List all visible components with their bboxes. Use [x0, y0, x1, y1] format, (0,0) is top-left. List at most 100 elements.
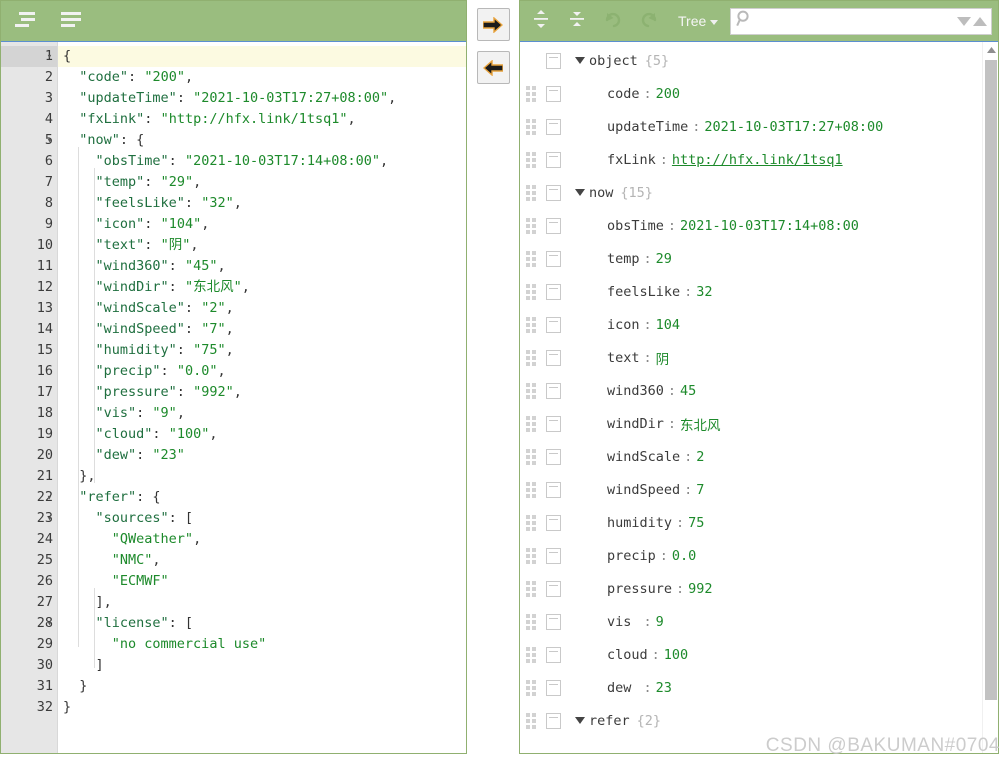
code-line[interactable]: }, — [58, 466, 466, 487]
fold-toggle-icon[interactable]: ▾ — [44, 46, 55, 67]
search-box[interactable] — [730, 7, 992, 35]
tree-key[interactable]: refer — [589, 713, 630, 729]
tree-row[interactable]: fxLink: http://hfx.link/1tsq1 — [520, 143, 982, 176]
compact-json-button[interactable] — [55, 7, 87, 35]
tree-key[interactable]: windScale — [607, 449, 680, 465]
drag-handle-icon[interactable] — [526, 646, 540, 663]
tree-key[interactable]: feelsLike — [607, 284, 680, 300]
drag-handle-icon[interactable] — [526, 481, 540, 498]
fold-toggle-icon[interactable]: ▾ — [44, 613, 55, 634]
code-line[interactable]: "windDir": "东北风", — [58, 277, 466, 298]
code-line[interactable]: "updateTime": "2021-10-03T17:27+08:00", — [58, 88, 466, 109]
tree-value-link[interactable]: http://hfx.link/1tsq1 — [672, 152, 843, 168]
context-menu-icon[interactable] — [546, 316, 561, 333]
drag-handle-icon[interactable] — [526, 679, 540, 696]
code-line[interactable]: "icon": "104", — [58, 214, 466, 235]
code-line[interactable]: "license": [ — [58, 613, 466, 634]
code-line[interactable]: "code": "200", — [58, 67, 466, 88]
code-line[interactable]: } — [58, 697, 466, 718]
tree-key[interactable]: humidity — [607, 515, 672, 531]
tree-value[interactable]: 2021-10-03T17:27+08:00 — [704, 119, 883, 135]
expand-toggle-icon[interactable] — [571, 53, 589, 69]
drag-handle-icon[interactable] — [526, 316, 540, 333]
tree-value[interactable]: 23 — [656, 680, 672, 696]
drag-handle-icon[interactable] — [526, 547, 540, 564]
tree-value[interactable]: 东北风 — [680, 414, 721, 434]
tree-key[interactable]: fxLink — [607, 152, 656, 168]
context-menu-icon[interactable] — [546, 448, 561, 465]
tree-value[interactable]: 992 — [688, 581, 712, 597]
code-line[interactable]: "precip": "0.0", — [58, 361, 466, 382]
drag-handle-icon[interactable] — [526, 151, 540, 168]
drag-handle-icon[interactable] — [526, 184, 540, 201]
tree-row[interactable]: humidity:75 — [520, 506, 982, 539]
format-json-button[interactable] — [11, 7, 43, 35]
context-menu-icon[interactable] — [546, 415, 561, 432]
code-line[interactable]: "no commercial use" — [58, 634, 466, 655]
context-menu-icon[interactable] — [546, 151, 561, 168]
tree-value[interactable]: 2021-10-03T17:14+08:00 — [680, 218, 859, 234]
tree-row[interactable]: now {15} — [520, 176, 982, 209]
code-editor-area[interactable]: 1 ▾ 2 3 4 5 ▾ 6 7 8 9 10 11 12 13 14 15 16 17 18 19 20 21 22 ▾ 23… — [1, 42, 466, 753]
tree-key[interactable]: vis — [607, 614, 640, 630]
tree-key[interactable]: wind360 — [607, 383, 664, 399]
expand-all-button[interactable] — [528, 8, 554, 34]
context-menu-icon[interactable] — [546, 85, 561, 102]
search-prev-icon[interactable] — [973, 16, 987, 26]
scrollbar-thumb[interactable] — [985, 60, 997, 700]
context-menu-icon[interactable] — [546, 52, 561, 69]
code-line[interactable]: "QWeather", — [58, 529, 466, 550]
code-line[interactable]: "NMC", — [58, 550, 466, 571]
tree-row[interactable]: wind360:45 — [520, 374, 982, 407]
tree-value[interactable]: 200 — [656, 86, 680, 102]
drag-handle-icon[interactable] — [526, 448, 540, 465]
code-line[interactable]: "vis": "9", — [58, 403, 466, 424]
code-line[interactable]: "humidity": "75", — [58, 340, 466, 361]
tree-rows-container[interactable]: object {5} code:200 updateTime:2021-10-03T1… — [520, 42, 982, 753]
tree-value[interactable]: 2 — [696, 449, 704, 465]
tree-value[interactable]: 104 — [656, 317, 680, 333]
code-line[interactable]: "obsTime": "2021-10-03T17:14+08:00", — [58, 151, 466, 172]
copy-to-tree-button[interactable] — [476, 8, 510, 41]
tree-key[interactable]: text — [607, 350, 640, 366]
collapse-all-button[interactable] — [564, 8, 590, 34]
tree-row[interactable]: text: 阴 — [520, 341, 982, 374]
tree-key[interactable]: windDir — [607, 416, 664, 432]
redo-button[interactable] — [636, 8, 662, 34]
code-line[interactable]: "fxLink": "http://hfx.link/1tsq1", — [58, 109, 466, 130]
expand-toggle-icon[interactable] — [571, 185, 589, 201]
code-content[interactable]: { "code": "200", "updateTime": "2021-10-… — [57, 42, 466, 753]
tree-row[interactable]: cloud:100 — [520, 638, 982, 671]
drag-handle-icon[interactable] — [526, 514, 540, 531]
tree-row[interactable]: icon:104 — [520, 308, 982, 341]
tree-key[interactable]: windSpeed — [607, 482, 680, 498]
context-menu-icon[interactable] — [546, 118, 561, 135]
code-line[interactable]: ] — [58, 655, 466, 676]
tree-key[interactable]: code — [607, 86, 640, 102]
code-line[interactable]: "cloud": "100", — [58, 424, 466, 445]
tree-row[interactable]: windSpeed:7 — [520, 473, 982, 506]
fold-toggle-icon[interactable]: ▾ — [44, 487, 55, 508]
context-menu-icon[interactable] — [546, 184, 561, 201]
tree-key[interactable]: temp — [607, 251, 640, 267]
context-menu-icon[interactable] — [546, 646, 561, 663]
tree-key[interactable]: icon — [607, 317, 640, 333]
fold-toggle-icon[interactable]: ▾ — [44, 130, 55, 151]
tree-value[interactable]: 29 — [656, 251, 672, 267]
fold-toggle-icon[interactable]: ▾ — [44, 508, 55, 529]
search-input[interactable] — [757, 12, 953, 30]
tree-key[interactable]: object — [589, 53, 638, 69]
code-line[interactable]: "feelsLike": "32", — [58, 193, 466, 214]
tree-key[interactable]: pressure — [607, 581, 672, 597]
drag-handle-icon[interactable] — [526, 217, 540, 234]
code-line[interactable]: "dew": "23" — [58, 445, 466, 466]
code-line[interactable]: "now": { — [58, 130, 466, 151]
tree-row[interactable]: code:200 — [520, 77, 982, 110]
tree-row[interactable]: precip:0.0 — [520, 539, 982, 572]
code-line[interactable]: "refer": { — [58, 487, 466, 508]
expand-toggle-icon[interactable] — [571, 713, 589, 729]
context-menu-icon[interactable] — [546, 613, 561, 630]
context-menu-icon[interactable] — [546, 217, 561, 234]
tree-row[interactable]: object {5} — [520, 44, 982, 77]
context-menu-icon[interactable] — [546, 349, 561, 366]
